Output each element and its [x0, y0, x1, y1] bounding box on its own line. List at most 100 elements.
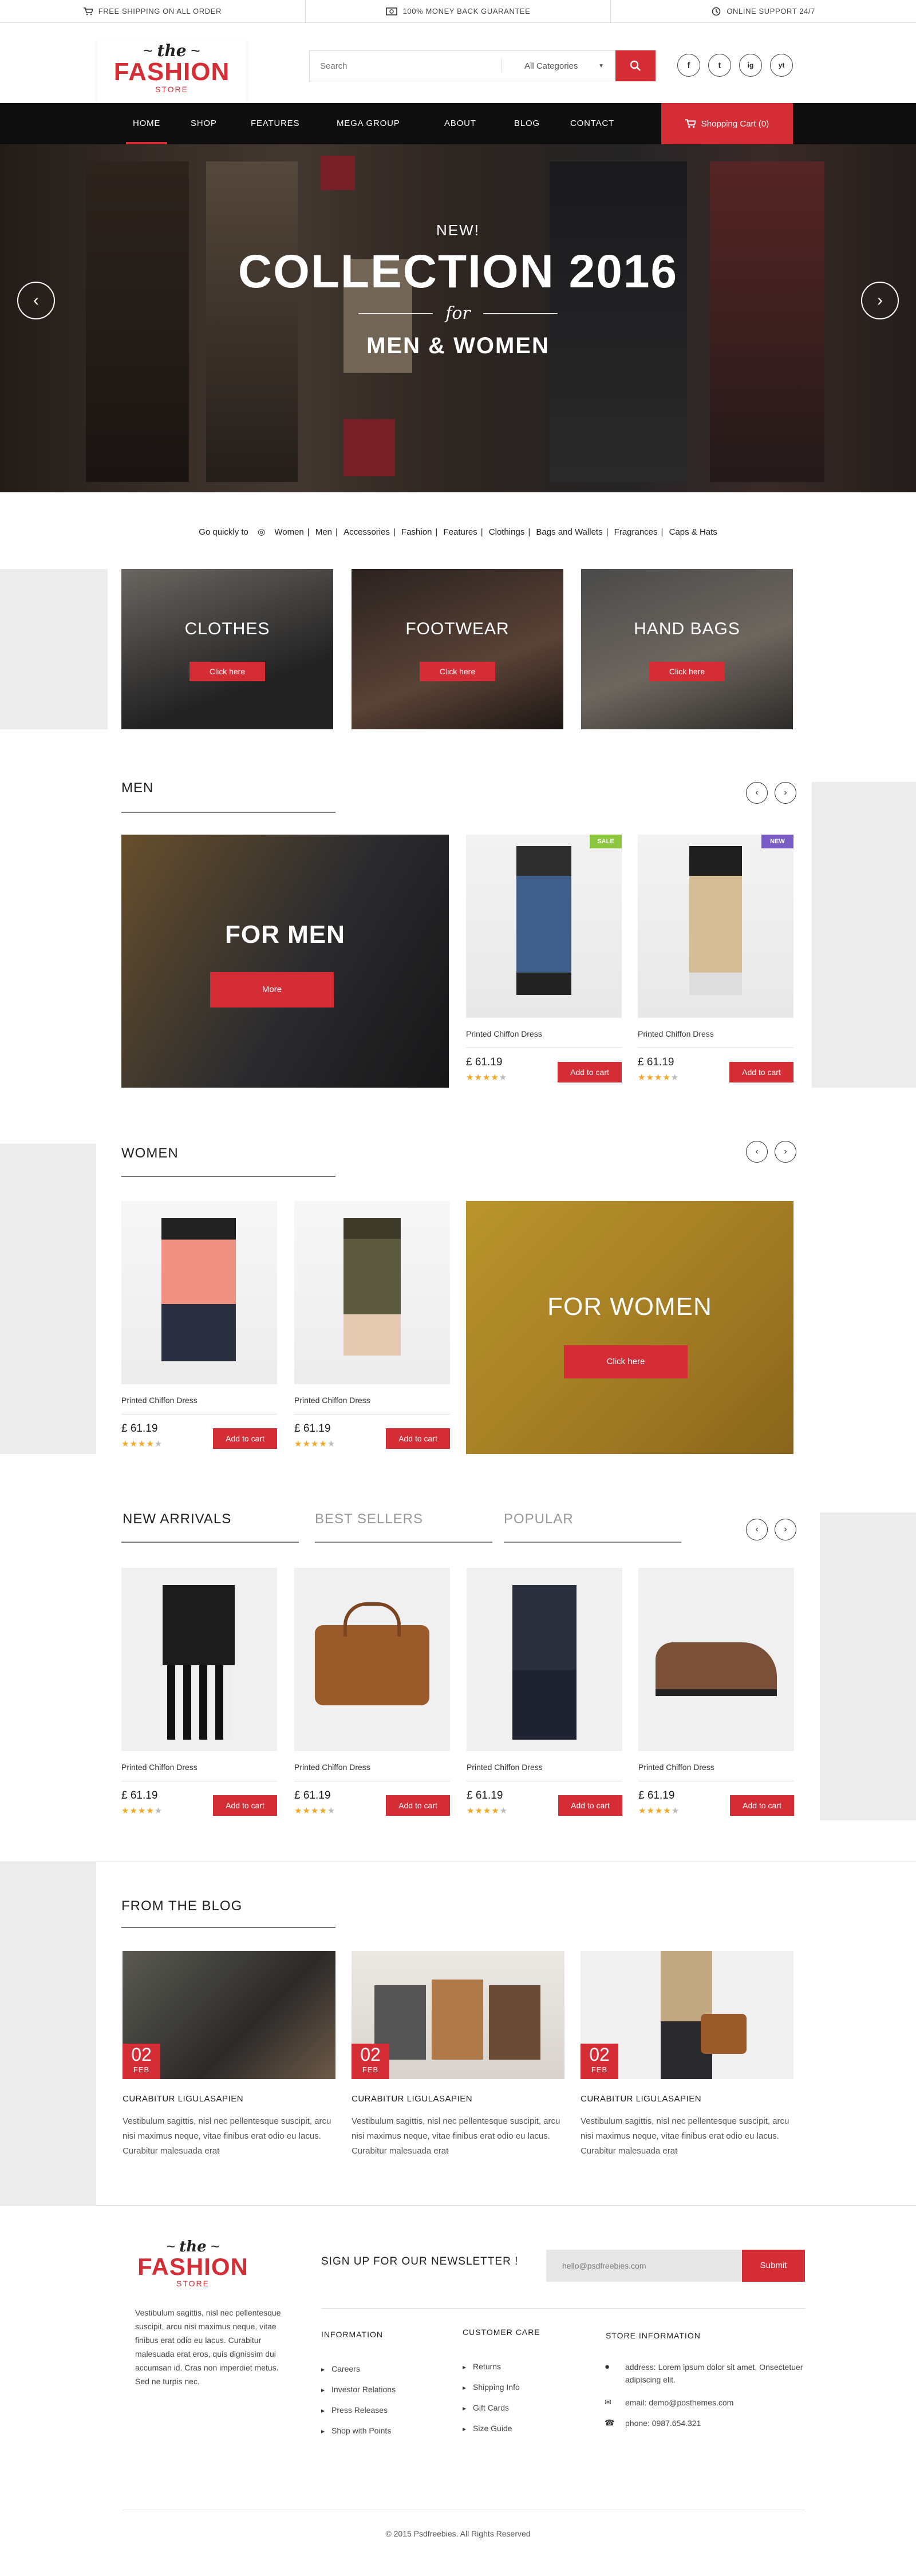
nav-about[interactable]: ABOUT — [444, 103, 476, 144]
men-next-button[interactable]: › — [775, 782, 796, 804]
footer-link-investor[interactable]: Investor Relations — [321, 2385, 396, 2394]
product-card: Printed Chiffon Dress £ 61.19 ★★★★★ Add … — [121, 1201, 277, 1449]
blog-image[interactable]: 02 FEB — [123, 1951, 335, 2079]
women-banner[interactable]: FOR WOMEN Click here — [466, 1201, 793, 1454]
add-to-cart-button[interactable]: Add to cart — [213, 1428, 277, 1449]
quick-link-bags[interactable]: Bags and Wallets — [536, 527, 602, 537]
hero-next-button[interactable]: › — [861, 282, 899, 319]
product-card: NEW Printed Chiffon Dress £ 61.19 ★★★★★ … — [638, 835, 793, 1082]
arrivals-next-button[interactable]: › — [775, 1519, 796, 1540]
nav-shop[interactable]: SHOP — [191, 103, 217, 144]
quick-links: Go quickly to ◎ Women | Men | Accessories |… — [199, 527, 717, 537]
product-name[interactable]: Printed Chiffon Dress — [638, 1763, 794, 1781]
product-image[interactable] — [638, 1568, 794, 1751]
search-icon — [630, 60, 641, 71]
hero-new-label: NEW! — [436, 222, 480, 239]
tab-best-sellers[interactable]: BEST SELLERS — [315, 1511, 423, 1527]
men-more-button[interactable]: More — [210, 972, 334, 1008]
quick-link-women[interactable]: Women — [274, 527, 303, 537]
add-to-cart-button[interactable]: Add to cart — [213, 1795, 277, 1816]
product-name[interactable]: Printed Chiffon Dress — [294, 1763, 450, 1781]
category-button[interactable]: Click here — [189, 662, 265, 681]
product-image[interactable] — [121, 1201, 277, 1384]
footer-link-shipping[interactable]: Shipping Info — [463, 2383, 520, 2392]
newsletter-email-input[interactable] — [546, 2250, 742, 2282]
blog-image[interactable]: 02 FEB — [581, 1951, 793, 2079]
add-to-cart-button[interactable]: Add to cart — [729, 1062, 793, 1082]
nav-home[interactable]: HOME — [125, 103, 168, 144]
quick-link-men[interactable]: Men — [315, 527, 332, 537]
men-banner[interactable]: FOR MEN More — [121, 835, 449, 1088]
facebook-icon[interactable]: f — [677, 54, 700, 77]
footer-link-press[interactable]: Press Releases — [321, 2405, 388, 2415]
footer-link-points[interactable]: Shop with Points — [321, 2426, 391, 2435]
hero-prev-button[interactable]: ‹ — [17, 282, 55, 319]
shopping-cart-button[interactable]: Shopping Cart (0) — [661, 103, 793, 144]
quick-link-caps[interactable]: Caps & Hats — [669, 527, 717, 537]
tab-underline — [504, 1542, 681, 1543]
product-name[interactable]: Printed Chiffon Dress — [294, 1396, 450, 1415]
add-to-cart-button[interactable]: Add to cart — [558, 1795, 622, 1816]
product-image[interactable] — [467, 1568, 622, 1751]
search-button[interactable] — [615, 50, 656, 81]
category-footwear[interactable]: FOOTWEAR Click here — [352, 569, 563, 729]
search-input[interactable] — [310, 51, 501, 81]
twitter-icon[interactable]: t — [708, 54, 731, 77]
category-select[interactable]: All Categories ▼ — [501, 59, 615, 73]
nav-contact[interactable]: CONTACT — [570, 103, 614, 144]
women-click-button[interactable]: Click here — [564, 1345, 688, 1378]
nav-features[interactable]: FEATURES — [251, 103, 299, 144]
blog-image[interactable]: 02 FEB — [352, 1951, 564, 2079]
nav-mega-group[interactable]: MEGA GROUP — [337, 103, 400, 144]
product-image[interactable]: SALE — [466, 835, 622, 1018]
blog-title[interactable]: CURABITUR LIGULASAPIEN — [123, 2094, 335, 2104]
product-image[interactable] — [294, 1201, 450, 1384]
category-hand-bags[interactable]: HAND BAGS Click here — [581, 569, 793, 729]
quick-link-features[interactable]: Features — [444, 527, 477, 537]
add-to-cart-button[interactable]: Add to cart — [386, 1428, 450, 1449]
footer-link-returns[interactable]: Returns — [463, 2362, 501, 2371]
product-name[interactable]: Printed Chiffon Dress — [121, 1763, 277, 1781]
quick-link-fashion[interactable]: Fashion — [401, 527, 432, 537]
newsletter-submit-button[interactable]: Submit — [742, 2250, 805, 2282]
add-to-cart-button[interactable]: Add to cart — [558, 1062, 622, 1082]
product-image[interactable] — [121, 1568, 277, 1751]
blog-title[interactable]: CURABITUR LIGULASAPIEN — [581, 2094, 793, 2104]
blog-day: 02 — [360, 2044, 381, 2065]
footer-link-careers[interactable]: Careers — [321, 2364, 360, 2373]
logo-store: STORE — [176, 2279, 210, 2288]
product-name[interactable]: Printed Chiffon Dress — [638, 1029, 793, 1048]
add-to-cart-button[interactable]: Add to cart — [386, 1795, 450, 1816]
site-logo[interactable]: ~ the ~ FASHION STORE — [97, 39, 246, 106]
tab-new-arrivals[interactable]: NEW ARRIVALS — [123, 1511, 231, 1527]
email-icon: ✉ — [605, 2397, 611, 2407]
nav-blog[interactable]: BLOG — [514, 103, 540, 144]
quick-link-clothings[interactable]: Clothings — [489, 527, 525, 537]
product-name[interactable]: Printed Chiffon Dress — [467, 1763, 622, 1781]
blog-month: FEB — [133, 2065, 150, 2074]
women-prev-button[interactable]: ‹ — [746, 1141, 768, 1163]
tab-popular[interactable]: POPULAR — [504, 1511, 574, 1527]
women-next-button[interactable]: › — [775, 1141, 796, 1163]
product-name[interactable]: Printed Chiffon Dress — [466, 1029, 622, 1048]
blog-post: 02 FEB CURABITUR LIGULASAPIEN Vestibulum … — [352, 1951, 564, 2159]
blog-title[interactable]: CURABITUR LIGULASAPIEN — [352, 2094, 564, 2104]
quick-link-accessories[interactable]: Accessories — [344, 527, 390, 537]
product-image[interactable]: NEW — [638, 835, 793, 1018]
men-prev-button[interactable]: ‹ — [746, 782, 768, 804]
chevron-right-icon: › — [784, 788, 787, 797]
product-image[interactable] — [294, 1568, 450, 1751]
category-button[interactable]: Click here — [649, 662, 725, 681]
category-button[interactable]: Click here — [420, 662, 495, 681]
add-to-cart-button[interactable]: Add to cart — [730, 1795, 794, 1816]
quick-link-fragrances[interactable]: Fragrances — [614, 527, 658, 537]
footer-link-gift[interactable]: Gift Cards — [463, 2403, 509, 2412]
arrivals-prev-button[interactable]: ‹ — [746, 1519, 768, 1540]
category-clothes[interactable]: CLOTHES Click here — [121, 569, 333, 729]
product-name[interactable]: Printed Chiffon Dress — [121, 1396, 277, 1415]
guarantee-info: 100% MONEY BACK GUARANTEE — [305, 0, 611, 22]
instagram-icon[interactable]: ig — [739, 54, 762, 77]
footer-link-size[interactable]: Size Guide — [463, 2424, 512, 2433]
youtube-icon[interactable]: yt — [770, 54, 793, 77]
footer-logo[interactable]: ~ the ~ FASHION STORE — [127, 2238, 259, 2288]
